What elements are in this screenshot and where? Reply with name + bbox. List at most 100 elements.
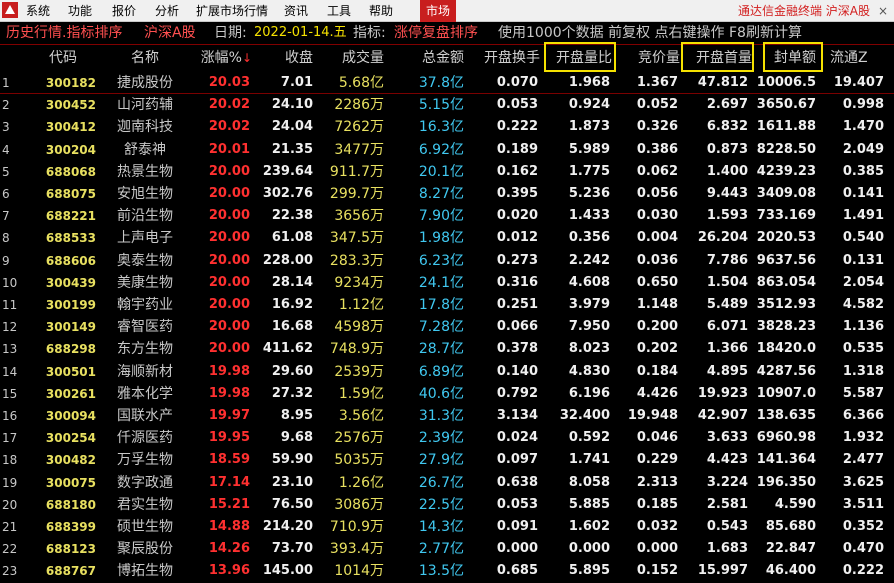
float-shares: 0.352 <box>842 519 884 534</box>
table-row[interactable]: 22 688123 聚辰股份 14.26 73.70 393.4万 2.77亿 0.000 0.… <box>0 538 894 560</box>
open-turnover: 0.053 <box>496 496 538 512</box>
table-row[interactable]: 13 688298 东方生物 20.00 411.62 748.9万 28.7亿 0.378 8… <box>0 338 894 360</box>
menu-item-news[interactable]: 资讯 <box>284 0 308 22</box>
header-name[interactable]: 名称 <box>104 45 186 71</box>
menu-item-help[interactable]: 帮助 <box>369 0 393 22</box>
menu-item-quote[interactable]: 报价 <box>112 0 136 22</box>
row-index: 15 <box>2 386 18 401</box>
header-volume[interactable]: 成交量 <box>318 45 384 71</box>
menu-item-function[interactable]: 功能 <box>68 0 92 22</box>
open-volume-ratio: 6.196 <box>568 385 610 401</box>
open-first-volume: 4.895 <box>706 363 748 379</box>
menu-item-system[interactable]: 系统 <box>26 0 50 22</box>
table-row[interactable]: 3 300412 迦南科技 20.02 24.04 7262万 16.3亿 0.222 1.87… <box>0 116 894 138</box>
open-first-volume: 7.786 <box>706 252 748 268</box>
amount: 7.90亿 <box>418 208 464 225</box>
stock-name: 睿智医药 <box>117 319 173 336</box>
change-pct: 13.96 <box>208 563 250 579</box>
close-price: 239.64 <box>262 163 313 179</box>
menu-item-extended-market[interactable]: 扩展市场行情 <box>196 0 268 22</box>
seal-amount: 10907.0 <box>756 385 816 401</box>
table-row[interactable]: 19 300075 数字政通 17.14 23.10 1.26亿 26.7亿 0.638 8.0… <box>0 472 894 494</box>
row-index: 5 <box>2 164 10 179</box>
table-row[interactable]: 1 300182 捷成股份 20.03 7.01 5.68亿 37.8亿 0.070 1.968… <box>0 72 894 95</box>
change-pct: 18.59 <box>208 452 250 468</box>
open-first-volume: 3.224 <box>706 474 748 490</box>
date-value[interactable]: 2022-01-14.五 <box>254 22 347 44</box>
table-row[interactable]: 5 688068 热景生物 20.00 239.64 911.7万 20.1亿 0.162 1.… <box>0 161 894 183</box>
row-index: 1 <box>2 76 10 90</box>
open-first-volume: 3.633 <box>706 430 748 446</box>
float-shares: 2.054 <box>842 274 884 290</box>
table-row[interactable]: 12 300149 睿智医药 20.00 16.68 4598万 7.28亿 0.066 7.9… <box>0 316 894 338</box>
change-pct: 14.26 <box>208 541 250 557</box>
open-volume-ratio: 0.000 <box>568 541 610 557</box>
open-first-volume: 26.204 <box>697 230 748 246</box>
open-first-volume: 9.443 <box>706 186 748 201</box>
table-row[interactable]: 2 300452 山河药辅 20.02 24.10 2286万 5.15亿 0.053 0.92… <box>0 94 894 116</box>
table-row[interactable]: 6 688075 安旭生物 20.00 302.76 299.7万 8.27亿 0.395 5.… <box>0 183 894 205</box>
volume: 283.3万 <box>329 252 384 269</box>
open-turnover: 3.134 <box>496 408 538 423</box>
change-pct: 20.00 <box>208 208 250 224</box>
market-label[interactable]: 沪深A股 <box>144 22 196 44</box>
header-close[interactable]: 收盘 <box>255 45 313 71</box>
stock-code: 688221 <box>45 209 96 224</box>
menu-item-analysis[interactable]: 分析 <box>155 0 179 22</box>
table-row[interactable]: 17 300254 仟源医药 19.95 9.68 2576万 2.39亿 0.024 0.59… <box>0 427 894 449</box>
stock-code: 300482 <box>45 453 96 468</box>
header-amount[interactable]: 总金额 <box>396 45 464 71</box>
table-row[interactable]: 23 688767 博拓生物 13.96 145.00 1014万 13.5亿 0.685 5.… <box>0 560 894 582</box>
menu-item-tools[interactable]: 工具 <box>327 0 351 22</box>
amount: 31.3亿 <box>418 408 464 424</box>
stock-name: 迦南科技 <box>117 119 173 136</box>
table-row[interactable]: 8 688533 上声电子 20.00 61.08 347.5万 1.98亿 0.012 0.3… <box>0 227 894 249</box>
auction-volume: 2.313 <box>636 474 678 490</box>
open-volume-ratio: 4.830 <box>568 363 610 379</box>
close-icon[interactable]: × <box>878 0 888 22</box>
stock-name: 热景生物 <box>117 163 173 180</box>
open-volume-ratio: 32.400 <box>559 408 610 423</box>
app-logo-icon[interactable] <box>2 2 18 18</box>
table-row[interactable]: 7 688221 前沿生物 20.00 22.38 3656万 7.90亿 0.020 1.43… <box>0 205 894 227</box>
table-row[interactable]: 10 300439 美康生物 20.00 28.14 9234万 24.1亿 0.316 4.6… <box>0 272 894 294</box>
float-shares: 3.625 <box>842 474 884 490</box>
open-turnover: 0.070 <box>496 75 538 90</box>
market-button[interactable]: 市场 <box>420 0 456 22</box>
header-code[interactable]: 代码 <box>30 45 96 71</box>
amount: 40.6亿 <box>418 385 464 402</box>
stock-code: 300452 <box>45 98 96 113</box>
change-pct: 20.00 <box>208 163 250 179</box>
stock-code: 300261 <box>45 386 96 401</box>
table-row[interactable]: 15 300261 雅本化学 19.98 27.32 1.59亿 40.6亿 0.792 6.1… <box>0 383 894 405</box>
table-row[interactable]: 11 300199 翰宇药业 20.00 16.92 1.12亿 17.8亿 0.251 3.9… <box>0 294 894 316</box>
amount: 6.92亿 <box>418 141 464 158</box>
header-float[interactable]: 流通Z <box>830 45 890 71</box>
vertical-scrollbar[interactable] <box>884 95 894 579</box>
table-row[interactable]: 20 688180 君实生物 15.21 76.50 3086万 22.5亿 0.053 5.8… <box>0 494 894 516</box>
info-note: 使用1000个数据 前复权 点右键操作 F8刷新计算 <box>498 25 802 41</box>
open-turnover: 0.792 <box>496 385 538 401</box>
header-open-turnover[interactable]: 开盘换手 <box>470 45 540 71</box>
indicator-value[interactable]: 涨停复盘排序 <box>394 22 478 44</box>
row-index: 23 <box>2 564 18 579</box>
open-turnover: 0.053 <box>496 97 538 113</box>
open-first-volume: 1.400 <box>706 163 748 179</box>
stock-name: 海顺新材 <box>117 363 173 380</box>
auction-volume: 0.184 <box>636 363 678 379</box>
header-auction-volume[interactable]: 竞价量 <box>616 45 680 71</box>
close-price: 7.01 <box>280 75 313 90</box>
table-row[interactable]: 9 688606 奥泰生物 20.00 228.00 283.3万 6.23亿 0.273 2.… <box>0 250 894 272</box>
change-pct: 19.97 <box>208 408 250 423</box>
highlight-box-seal-amount <box>763 42 823 72</box>
open-turnover: 0.024 <box>496 430 538 446</box>
table-row[interactable]: 16 300094 国联水产 19.97 8.95 3.56亿 31.3亿 3.134 32.4… <box>0 405 894 427</box>
header-change-pct[interactable]: 涨幅% <box>196 45 242 71</box>
table-row[interactable]: 18 300482 万孚生物 18.59 59.90 5035万 27.9亿 0.097 1.7… <box>0 449 894 471</box>
table-row[interactable]: 14 300501 海顺新材 19.98 29.60 2539万 6.89亿 0.140 4.8… <box>0 361 894 383</box>
table-row[interactable]: 4 300204 舒泰神 20.01 21.35 3477万 6.92亿 0.189 5.989… <box>0 139 894 161</box>
open-turnover: 0.222 <box>496 119 538 135</box>
table-row[interactable]: 21 688399 硕世生物 14.88 214.20 710.9万 14.3亿 0.091 1… <box>0 516 894 538</box>
auction-volume: 0.152 <box>636 563 678 579</box>
stock-name: 捷成股份 <box>117 75 173 91</box>
